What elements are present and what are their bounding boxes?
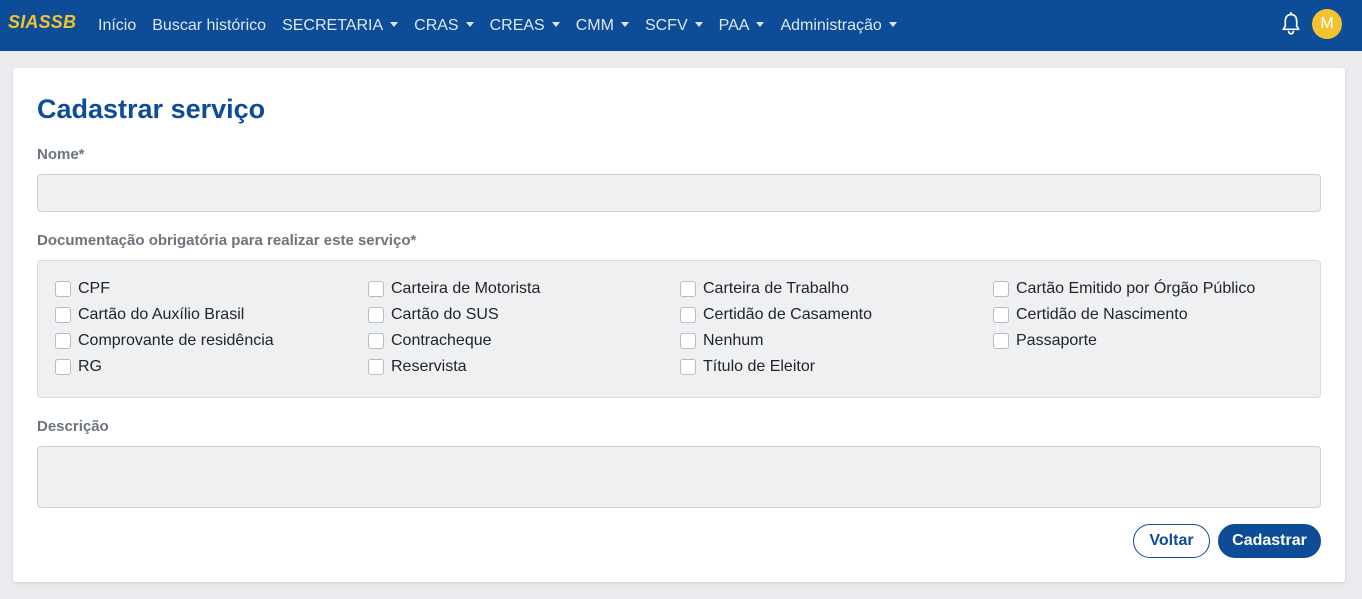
checkbox-label: Comprovante de residência [78,332,274,349]
checkbox-box[interactable] [680,281,696,297]
nav-item-cmm[interactable]: CMM [568,17,637,35]
checkbox-box[interactable] [993,333,1009,349]
checkbox-box[interactable] [55,307,71,323]
nav-item-inicio[interactable]: Início [90,17,144,35]
caret-down-icon [694,22,703,27]
checkbox-label: Certidão de Casamento [703,306,872,323]
checkbox-label: Carteira de Trabalho [703,280,849,297]
checkbox-comprovante-residencia[interactable]: Comprovante de residência [55,332,274,350]
back-button[interactable]: Voltar [1133,524,1210,558]
checkbox-titulo-eleitor[interactable]: Título de Eleitor [680,358,815,376]
checkbox-box[interactable] [55,359,71,375]
checkbox-label: Cartão do SUS [391,306,499,323]
description-label: Descrição [37,418,109,435]
checkbox-cartao-sus[interactable]: Cartão do SUS [368,306,499,324]
checkbox-certidao-nascimento[interactable]: Certidão de Nascimento [993,306,1188,324]
checkbox-box[interactable] [55,281,71,297]
checkbox-box[interactable] [368,359,384,375]
nav-item-creas[interactable]: CREAS [482,17,568,35]
checkbox-carteira-de-motorista[interactable]: Carteira de Motorista [368,280,540,298]
checkbox-nenhum[interactable]: Nenhum [680,332,763,350]
caret-down-icon [620,22,629,27]
checkbox-label: RG [78,358,102,375]
caret-down-icon [551,22,560,27]
checkbox-rg[interactable]: RG [55,358,102,376]
checkbox-box[interactable] [368,333,384,349]
checkbox-cartao-orgao-publico[interactable]: Cartão Emitido por Órgão Público [993,280,1255,298]
checkbox-label: Cartão do Auxílio Brasil [78,306,245,323]
checkbox-box[interactable] [680,333,696,349]
checkbox-passaporte[interactable]: Passaporte [993,332,1097,350]
checkbox-reservista[interactable]: Reservista [368,358,467,376]
checkbox-label: Título de Eleitor [703,358,816,375]
checkbox-label: Passaporte [1016,332,1097,349]
nav-item-secretaria[interactable]: SECRETARIA [274,17,406,35]
checkbox-label: Carteira de Motorista [391,280,541,297]
top-navbar: SIASSB Início Buscar histórico SECRETARI… [0,0,1362,51]
submit-button[interactable]: Cadastrar [1218,524,1321,558]
caret-down-icon [888,22,897,27]
documents-label: Documentação obrigatória para realizar e… [37,232,417,249]
nav-item-buscar-historico[interactable]: Buscar histórico [144,17,274,35]
documents-checkbox-group: CPF Carteira de Motorista Carteira de Tr… [37,260,1321,398]
caret-down-icon [465,22,474,27]
checkbox-label: Cartão Emitido por Órgão Público [1016,280,1256,297]
nav-menu: Início Buscar histórico SECRETARIA CRAS … [90,0,905,51]
checkbox-cpf[interactable]: CPF [55,280,110,298]
checkbox-box[interactable] [993,307,1009,323]
checkbox-label: Certidão de Nascimento [1016,306,1188,323]
name-label: Nome* [37,146,85,163]
checkbox-box[interactable] [368,281,384,297]
description-textarea[interactable] [37,446,1321,508]
checkbox-box[interactable] [55,333,71,349]
checkbox-contracheque[interactable]: Contracheque [368,332,492,350]
caret-down-icon [390,22,399,27]
nav-item-paa[interactable]: PAA [711,17,773,35]
checkbox-box[interactable] [993,281,1009,297]
checkbox-box[interactable] [368,307,384,323]
user-avatar[interactable]: M [1312,9,1342,39]
checkbox-label: Contracheque [391,332,492,349]
name-input[interactable] [37,174,1321,212]
checkbox-box[interactable] [680,359,696,375]
nav-item-cras[interactable]: CRAS [406,17,481,35]
page-title: Cadastrar serviço [37,94,266,124]
checkbox-carteira-de-trabalho[interactable]: Carteira de Trabalho [680,280,849,298]
checkbox-box[interactable] [680,307,696,323]
caret-down-icon [756,22,765,27]
brand-logo[interactable]: SIASSB [8,12,76,33]
checkbox-cartao-auxilio-brasil[interactable]: Cartão do Auxílio Brasil [55,306,244,324]
nav-item-scfv[interactable]: SCFV [637,17,711,35]
checkbox-label: Nenhum [703,332,764,349]
checkbox-label: CPF [78,280,110,297]
form-card: Cadastrar serviço Nome* Documentação obr… [13,68,1345,582]
nav-item-administracao[interactable]: Administração [772,17,904,35]
bell-icon[interactable] [1281,12,1301,36]
checkbox-label: Reservista [391,358,467,375]
checkbox-certidao-casamento[interactable]: Certidão de Casamento [680,306,872,324]
